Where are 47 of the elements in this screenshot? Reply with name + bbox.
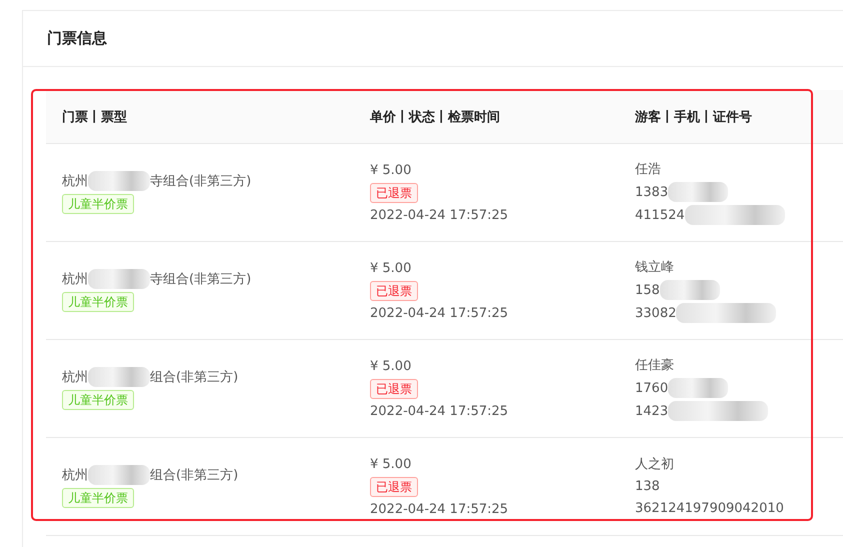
redaction-blur [668,378,728,398]
column-header: 门票丨票型 [46,90,354,144]
ticket-name-start: 杭州 [62,368,88,386]
visitor-name: 任浩 [635,161,661,179]
status-tag: 已退票 [370,182,418,202]
visitor-name: 人之初 [635,456,674,474]
id-number: 33082 [635,304,676,322]
ticket-type-tag: 儿童半价票 [62,292,134,312]
check-time: 2022-04-24 17:57:25 [370,402,508,420]
ticket-name-end: 组合(非第三方) [150,466,238,484]
ticket-name-end: 寺组合(非第三方) [150,270,252,288]
status-tag: 已退票 [370,280,418,300]
id-number: 362124197909042010 [635,500,784,518]
ticket-name-start: 杭州 [62,270,88,288]
status-tag: 已退票 [370,476,418,496]
redaction-blur [88,269,150,289]
unit-price: ¥ 5.00 [370,162,412,180]
column-header: 游客丨手机丨证件号 [619,90,843,144]
ticket-name-start: 杭州 [62,172,88,190]
visitor-name: 钱立峰 [635,259,674,277]
check-time: 2022-04-24 17:57:25 [370,304,508,322]
check-time: 2022-04-24 17:57:25 [370,206,508,224]
phone-number: 138 [635,478,660,496]
column-header: 单价丨状态丨检票时间 [354,90,619,144]
section-title: 门票信息 [47,29,107,48]
unit-price: ¥ 5.00 [370,358,412,376]
ticket-name-end: 寺组合(非第三方) [150,172,252,190]
check-time: 2022-04-24 17:57:25 [370,500,508,518]
status-tag: 已退票 [370,378,418,398]
redaction-blur [660,280,720,300]
ticket-type-tag: 儿童半价票 [62,194,134,214]
redaction-blur [88,367,150,387]
id-number: 1423 [635,402,668,420]
redaction-blur [668,182,728,202]
unit-price: ¥ 5.00 [370,260,412,278]
unit-price: ¥ 5.00 [370,456,412,474]
ticket-type-tag: 儿童半价票 [62,488,134,508]
phone-number: 158 [635,282,660,300]
visitor-name: 任佳豪 [635,357,674,375]
redaction-blur [88,465,150,485]
ticket-name-end: 组合(非第三方) [150,368,238,386]
id-number: 411524 [635,206,685,224]
phone-number: 1383 [635,184,668,202]
ticket-type-tag: 儿童半价票 [62,390,134,410]
ticket-name-start: 杭州 [62,466,88,484]
phone-number: 1760 [635,380,668,398]
redaction-blur [88,171,150,191]
